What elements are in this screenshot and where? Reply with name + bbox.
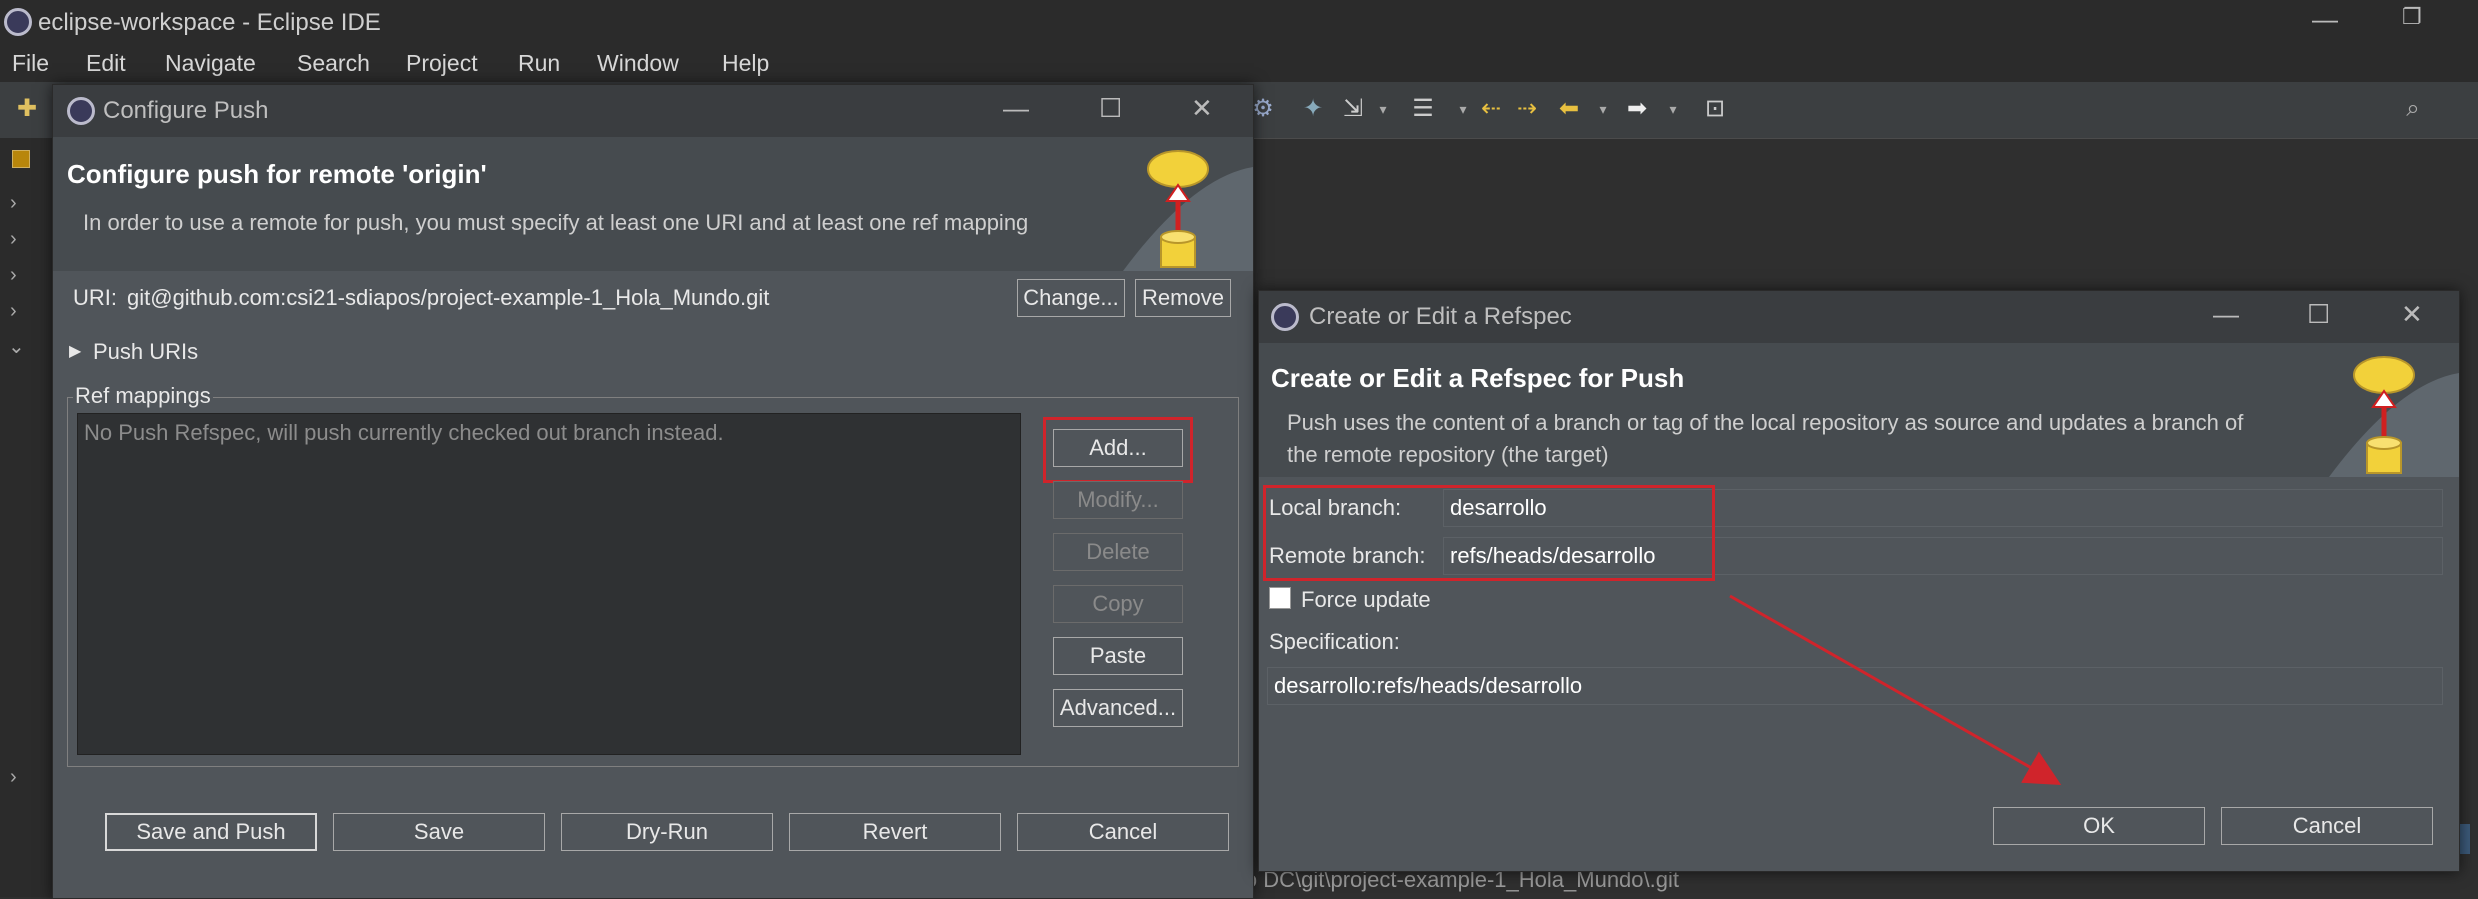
refspec-header-desc: Push uses the content of a branch or tag… — [1287, 410, 2244, 467]
configure-push-header-title: Configure push for remote 'origin' — [67, 159, 487, 189]
uri-label: URI: — [73, 285, 117, 310]
eclipse-window-title: eclipse-workspace - Eclipse IDE — [38, 9, 381, 36]
minimize-icon[interactable]: — — [2312, 4, 2338, 35]
forward-icon[interactable]: ➡ — [1624, 96, 1650, 122]
ref-mappings-list[interactable]: No Push Refspec, will push currently che… — [77, 413, 1021, 755]
specification-field[interactable]: desarrollo:refs/heads/desarrollo — [1267, 667, 2443, 705]
save-button[interactable]: Save — [333, 813, 545, 851]
remove-uri-button[interactable]: Remove — [1135, 279, 1231, 317]
eclipse-app-icon — [4, 8, 32, 36]
menu-file[interactable]: File — [12, 50, 49, 77]
push-uris-expand-icon[interactable]: ▶ — [69, 341, 81, 361]
refspec-content: Local branch: desarrollo Remote branch: … — [1259, 477, 2459, 871]
eclipse-app-icon — [67, 97, 95, 125]
eclipse-app-icon — [1271, 303, 1299, 331]
modify-refspec-button[interactable]: Modify... — [1053, 481, 1183, 519]
configure-push-header: Configure push for remote 'origin' In or… — [53, 137, 1253, 271]
restore-icon[interactable]: ❐ — [2402, 4, 2422, 30]
cancel-button[interactable]: Cancel — [1017, 813, 1229, 851]
search-icon[interactable]: ⌕ — [2400, 96, 2426, 122]
collapse-icon[interactable]: ⌄ — [8, 334, 25, 359]
force-update-label[interactable]: Force update — [1301, 587, 1431, 613]
expand-icon[interactable]: › — [10, 264, 17, 287]
back-icon[interactable]: ⬅ — [1556, 96, 1582, 122]
import-icon[interactable]: ⇲ — [1340, 96, 1366, 122]
menu-run[interactable]: Run — [518, 50, 560, 77]
minimize-icon[interactable]: — — [1003, 93, 1029, 124]
revert-button[interactable]: Revert — [789, 813, 1001, 851]
configure-push-header-desc: In order to use a remote for push, you m… — [83, 210, 1029, 235]
branch-fields-highlight — [1263, 485, 1715, 581]
paste-refspec-button[interactable]: Paste — [1053, 637, 1183, 675]
refspec-dialog: Create or Edit a Refspec — ☐ ✕ Create or… — [1258, 290, 2460, 872]
save-and-push-button[interactable]: Save and Push — [105, 813, 317, 851]
refspec-cancel-button[interactable]: Cancel — [2221, 807, 2433, 845]
expand-icon[interactable]: › — [10, 766, 17, 789]
expand-icon[interactable]: › — [10, 300, 17, 323]
add-refspec-button[interactable]: Add... — [1053, 429, 1183, 467]
project-explorer-strip: › › › › ⌄ › — [0, 138, 52, 897]
ref-mappings-label: Ref mappings — [73, 383, 213, 409]
menu-project[interactable]: Project — [406, 50, 478, 77]
maximize-icon[interactable]: ☐ — [1099, 93, 1122, 124]
refspec-header: Create or Edit a Refspec for Push Push u… — [1259, 343, 2459, 477]
force-update-checkbox[interactable] — [1269, 587, 1291, 609]
refspec-header-title: Create or Edit a Refspec for Push — [1271, 363, 1685, 393]
dry-run-button[interactable]: Dry-Run — [561, 813, 773, 851]
close-icon[interactable]: ✕ — [2401, 299, 2423, 330]
expand-icon[interactable]: › — [10, 228, 17, 251]
menu-bar: File Edit Navigate Search Project Run Wi… — [0, 46, 2478, 82]
open-perspective-icon[interactable]: ⊡ — [1702, 96, 1728, 122]
minimize-icon[interactable]: — — [2213, 299, 2239, 330]
maximize-icon[interactable]: ☐ — [2307, 299, 2330, 330]
specification-label: Specification: — [1269, 629, 1400, 654]
ok-button[interactable]: OK — [1993, 807, 2205, 845]
expand-icon[interactable]: › — [10, 192, 17, 215]
empty-list-text: No Push Refspec, will push currently che… — [84, 420, 724, 445]
menu-search[interactable]: Search — [297, 50, 370, 77]
advanced-button[interactable]: Advanced... — [1053, 689, 1183, 727]
refspec-window-title: Create or Edit a Refspec — [1309, 303, 1572, 330]
menu-window[interactable]: Window — [597, 50, 679, 77]
configure-push-content: URI: git@github.com:csi21-sdiapos/projec… — [53, 271, 1253, 898]
configure-push-window-title: Configure Push — [103, 97, 269, 124]
configure-push-titlebar: Configure Push — ☐ ✕ — [53, 85, 1253, 137]
menu-navigate[interactable]: Navigate — [165, 50, 256, 77]
dropdown-icon[interactable]: ▾ — [1370, 96, 1396, 122]
dropdown-icon[interactable]: ▾ — [1590, 96, 1616, 122]
menu-help[interactable]: Help — [722, 50, 769, 77]
new-icon[interactable]: ✚ — [14, 96, 40, 122]
close-icon[interactable]: ✕ — [1191, 93, 1213, 124]
refspec-titlebar: Create or Edit a Refspec — ☐ ✕ — [1259, 291, 2459, 343]
package-explorer-icon[interactable] — [12, 150, 30, 168]
copy-refspec-button[interactable]: Copy — [1053, 585, 1183, 623]
push-uris-section[interactable]: Push URIs — [93, 339, 198, 365]
change-uri-button[interactable]: Change... — [1017, 279, 1125, 317]
push-banner-icon — [2309, 343, 2459, 477]
dropdown-icon[interactable]: ▾ — [1660, 96, 1686, 122]
annotation-icon[interactable]: ☰ — [1410, 96, 1436, 122]
prev-annotation-icon[interactable]: ⇠ — [1478, 96, 1504, 122]
push-banner-icon — [1103, 137, 1253, 271]
run-icon[interactable]: ✦ — [1300, 96, 1326, 122]
dropdown-icon[interactable]: ▾ — [1450, 96, 1476, 122]
uri-value: git@github.com:csi21-sdiapos/project-exa… — [127, 285, 770, 310]
menu-edit[interactable]: Edit — [86, 50, 126, 77]
configure-push-dialog: Configure Push — ☐ ✕ Configure push for … — [52, 84, 1254, 899]
next-annotation-icon[interactable]: ⇢ — [1514, 96, 1540, 122]
eclipse-titlebar: eclipse-workspace - Eclipse IDE — ❐ — [0, 0, 2478, 46]
delete-refspec-button[interactable]: Delete — [1053, 533, 1183, 571]
